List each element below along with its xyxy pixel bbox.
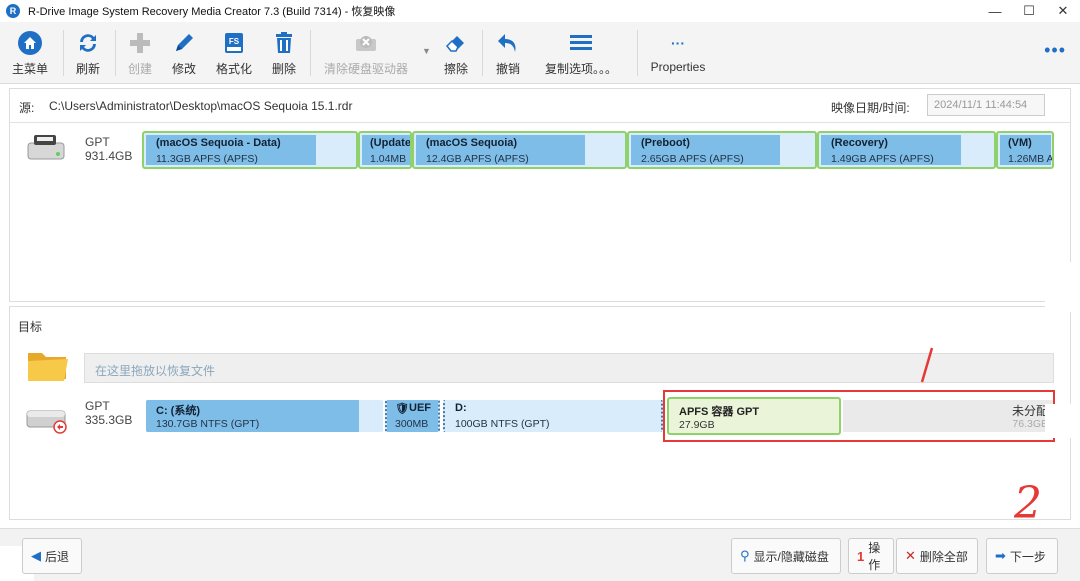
drop-zone[interactable]: 在这里拖放以恢复文件 [84,353,1054,383]
svg-text:FS: FS [229,37,240,46]
ellipsis-icon: ··· [671,35,685,51]
close-button[interactable]: ✕ [1046,0,1080,22]
delete-all-button[interactable]: ✕ 删除全部 [896,538,978,574]
erase-button[interactable]: 擦除 [436,30,476,80]
target-partition-uefi[interactable]: 🛡 UEF 300MB [385,400,440,432]
annotation-box-1 [663,390,1055,442]
toolbar: 主菜单 刷新 创建 修改 FS 格式化 删除 清除硬盘驱动器 ▼ 擦除 撤销 复… [0,22,1080,84]
minimize-button[interactable]: — [978,0,1012,22]
source-partition[interactable]: (Preboot) 2.65GB APFS (APFS) [627,131,817,169]
target-disk-type: GPT [85,399,110,413]
source-header: 源: C:\Users\Administrator\Desktop\macOS … [9,90,1071,120]
x-icon: ✕ [905,548,916,563]
format-icon: FS [221,30,247,56]
source-path: C:\Users\Administrator\Desktop\macOS Seq… [49,99,353,113]
shield-icon: 🛡 [395,403,409,415]
wipe-drive-button[interactable]: 清除硬盘驱动器 [322,30,410,80]
pencil-icon [171,30,197,56]
show-hide-disks-button[interactable]: ⚲ 显示/隐藏磁盘 [731,538,841,574]
refresh-icon [75,30,101,56]
main-menu-button[interactable]: 主菜单 [10,30,50,80]
source-disk-size: 931.4GB [85,149,133,163]
refresh-button[interactable]: 刷新 [68,30,108,80]
source-partition[interactable]: (VM) 1.26MB A [996,131,1054,169]
home-icon [17,30,43,56]
image-date-field: 2024/11/1 11:44:54 [927,94,1045,116]
window-title: R-Drive Image System Recovery Media Crea… [28,6,396,18]
modify-button[interactable]: 修改 [164,30,204,80]
arrow-left-icon: ◀ [31,548,41,563]
source-partition[interactable]: (macOS Sequoia - Data) 11.3GB APFS (APFS… [142,131,358,169]
copy-options-button[interactable]: 复制选项。。。 [538,30,624,80]
operations-count-badge: 1 [857,548,865,564]
hard-disk-icon [24,403,70,435]
operations-button[interactable]: 1 操作 [848,538,894,574]
svg-text:1: 1 [916,346,917,347]
plus-icon [127,30,153,56]
target-partition-c[interactable]: C: (系统) 130.7GB NTFS (GPT) [146,400,383,432]
create-button[interactable]: 创建 [120,30,160,80]
eraser-icon [443,30,469,56]
pin-icon: ⚲ [740,548,750,563]
annotation-mark-2: 2 [1014,478,1042,529]
delete-button[interactable]: 删除 [264,30,304,80]
next-button[interactable]: ➡ 下一步 [986,538,1058,574]
image-disk-icon [24,133,70,165]
format-button[interactable]: FS 格式化 [212,30,256,80]
back-button[interactable]: ◀ 后退 [22,538,82,574]
arrow-right-icon: ➡ [995,548,1006,563]
properties-button[interactable]: ··· Properties [650,30,706,80]
source-label: 源: [19,101,35,115]
undo-button[interactable]: 撤销 [488,30,528,80]
title-bar: R R-Drive Image System Recovery Media Cr… [0,0,1080,22]
target-title: 目标 [18,320,43,334]
source-partition[interactable]: (macOS Sequoia) 12.4GB APFS (APFS) [412,131,627,169]
image-date-label: 映像日期/时间: [831,101,910,115]
undo-icon [495,30,521,56]
trash-icon [271,30,297,56]
target-disk-size: 335.3GB [85,413,133,427]
app-logo-icon: R [6,4,20,18]
source-partition[interactable]: (Update 1.04MB [358,131,412,169]
dropdown-arrow-icon[interactable]: ▼ [422,46,431,56]
source-panel [9,88,1071,302]
source-disk-type: GPT [85,135,110,149]
wipe-drive-icon [353,30,379,56]
annotation-mark-1: 1 [916,346,934,383]
menu-icon [568,30,594,56]
target-partition-d[interactable]: D: 100GB NTFS (GPT) [443,400,663,432]
source-partition[interactable]: (Recovery) 1.49GB APFS (APFS) [817,131,996,169]
maximize-button[interactable]: ☐ [1012,0,1046,22]
more-options-icon[interactable]: ••• [1044,40,1066,61]
folder-icon [26,347,72,381]
